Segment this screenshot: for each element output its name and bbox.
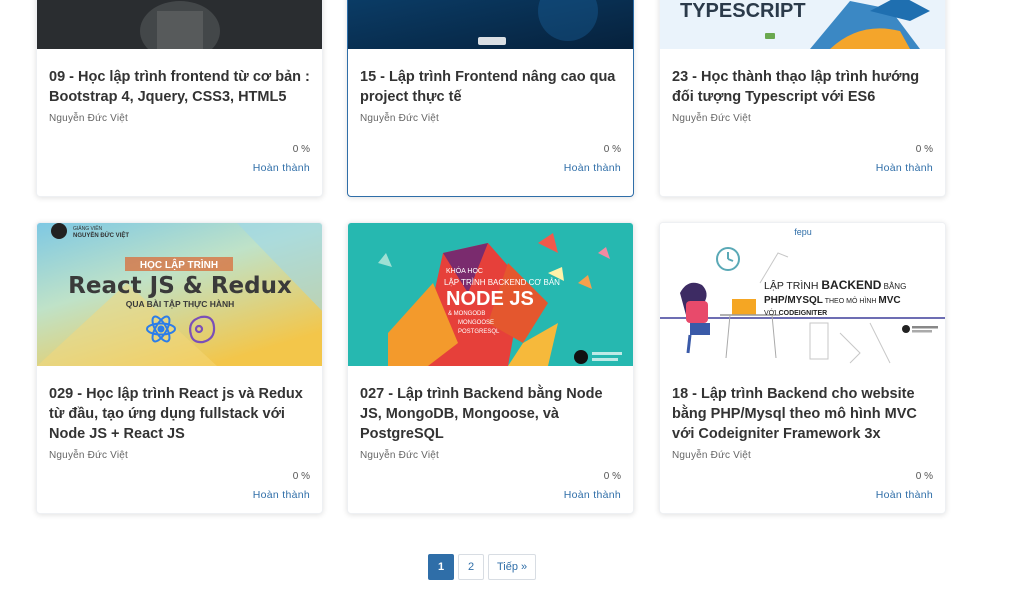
thumbnail-sub1: & MONGODB	[448, 311, 485, 317]
thumbnail-art	[37, 0, 322, 49]
course-thumbnail[interactable]: TYPESCRIPT	[660, 0, 945, 49]
course-card[interactable]: KHÓA HỌC LẬP TRÌNH BACKEND CƠ BẢN NODE J…	[347, 222, 634, 514]
next-page-button[interactable]: Tiếp »	[488, 554, 537, 580]
thumbnail-line3: VỚI CODEIGNITER	[764, 308, 827, 317]
thumbnail-eyebrow: KHÓA HỌC	[446, 266, 483, 275]
course-title[interactable]: 029 - Học lập trình React js và Redux từ…	[49, 384, 310, 444]
progress-percent: 0 %	[292, 144, 310, 155]
progress-percent: 0 %	[603, 144, 621, 155]
page-1-button[interactable]: 1	[428, 554, 454, 580]
course-thumbnail[interactable]	[37, 0, 322, 49]
completion-status: Hoàn thành	[563, 489, 621, 501]
course-title[interactable]: 09 - Học lập trình frontend từ cơ bản : …	[49, 67, 310, 107]
course-thumbnail[interactable]: KHÓA HỌC LẬP TRÌNH BACKEND CƠ BẢN NODE J…	[348, 223, 633, 366]
course-title[interactable]: 23 - Học thành thạo lập trình hướng đối …	[672, 67, 933, 107]
completion-status: Hoàn thành	[252, 162, 310, 174]
page-2-button[interactable]: 2	[458, 554, 484, 580]
course-author: Nguyễn Đức Việt	[672, 113, 751, 124]
thumbnail-art: TYPESCRIPT	[660, 0, 945, 49]
course-author: Nguyễn Đức Việt	[360, 113, 439, 124]
course-card[interactable]: fepu LẬP TRÌNH BACKEND BẰNG PHP/MYSQL TH…	[659, 222, 946, 514]
completion-status: Hoàn thành	[875, 489, 933, 501]
course-title[interactable]: 18 - Lập trình Backend cho website bằng …	[672, 384, 933, 444]
completion-status: Hoàn thành	[875, 162, 933, 174]
course-author: Nguyễn Đức Việt	[360, 450, 439, 461]
course-thumbnail[interactable]	[348, 0, 633, 49]
thumbnail-subline: QUA BÀI TẬP THỰC HÀNH	[126, 298, 235, 309]
course-author: Nguyễn Đức Việt	[49, 450, 128, 461]
course-card[interactable]: GIẢNG VIÊN NGUYỄN ĐỨC VIỆT HỌC LẬP TRÌNH…	[36, 222, 323, 514]
course-card[interactable]: 09 - Học lập trình frontend từ cơ bản : …	[36, 0, 323, 197]
course-card[interactable]: TYPESCRIPT 23 - Học thành thạo lập trình…	[659, 0, 946, 197]
thumbnail-art: GIẢNG VIÊN NGUYỄN ĐỨC VIỆT HỌC LẬP TRÌNH…	[37, 223, 322, 366]
thumbnail-art: KHÓA HỌC LẬP TRÌNH BACKEND CƠ BẢN NODE J…	[348, 223, 633, 366]
progress-percent: 0 %	[603, 471, 621, 482]
thumbnail-line: LẬP TRÌNH BACKEND CƠ BẢN	[444, 278, 560, 287]
course-title[interactable]: 027 - Lập trình Backend bằng Node JS, Mo…	[360, 384, 621, 444]
thumbnail-sub3: POSTGRESQL	[458, 329, 500, 335]
completion-status: Hoàn thành	[563, 162, 621, 174]
course-title[interactable]: 15 - Lập trình Frontend nâng cao qua pro…	[360, 67, 621, 107]
thumbnail-eyebrow: HỌC LẬP TRÌNH	[140, 258, 218, 271]
thumbnail-brand-label: GIẢNG VIÊN	[73, 224, 103, 232]
course-author: Nguyễn Đức Việt	[49, 113, 128, 124]
course-thumbnail[interactable]: fepu LẬP TRÌNH BACKEND BẰNG PHP/MYSQL TH…	[660, 223, 945, 366]
thumbnail-text: TYPESCRIPT	[680, 0, 806, 22]
course-card[interactable]: 15 - Lập trình Frontend nâng cao qua pro…	[347, 0, 634, 197]
progress-percent: 0 %	[915, 471, 933, 482]
course-author: Nguyễn Đức Việt	[672, 450, 751, 461]
progress-percent: 0 %	[915, 144, 933, 155]
thumbnail-headline: NODE JS	[446, 288, 534, 310]
thumbnail-brand: fepu	[794, 227, 812, 237]
thumbnail-brand: NGUYỄN ĐỨC VIỆT	[73, 231, 129, 239]
progress-percent: 0 %	[292, 471, 310, 482]
course-thumbnail[interactable]: GIẢNG VIÊN NGUYỄN ĐỨC VIỆT HỌC LẬP TRÌNH…	[37, 223, 322, 366]
thumbnail-art	[348, 0, 633, 49]
completion-status: Hoàn thành	[252, 489, 310, 501]
thumbnail-headline: React JS & Redux	[68, 273, 292, 299]
thumbnail-art: fepu LẬP TRÌNH BACKEND BẰNG PHP/MYSQL TH…	[660, 223, 945, 366]
pagination: 1 2 Tiếp »	[428, 554, 537, 580]
thumbnail-sub2: MONGOOSE	[458, 320, 494, 326]
